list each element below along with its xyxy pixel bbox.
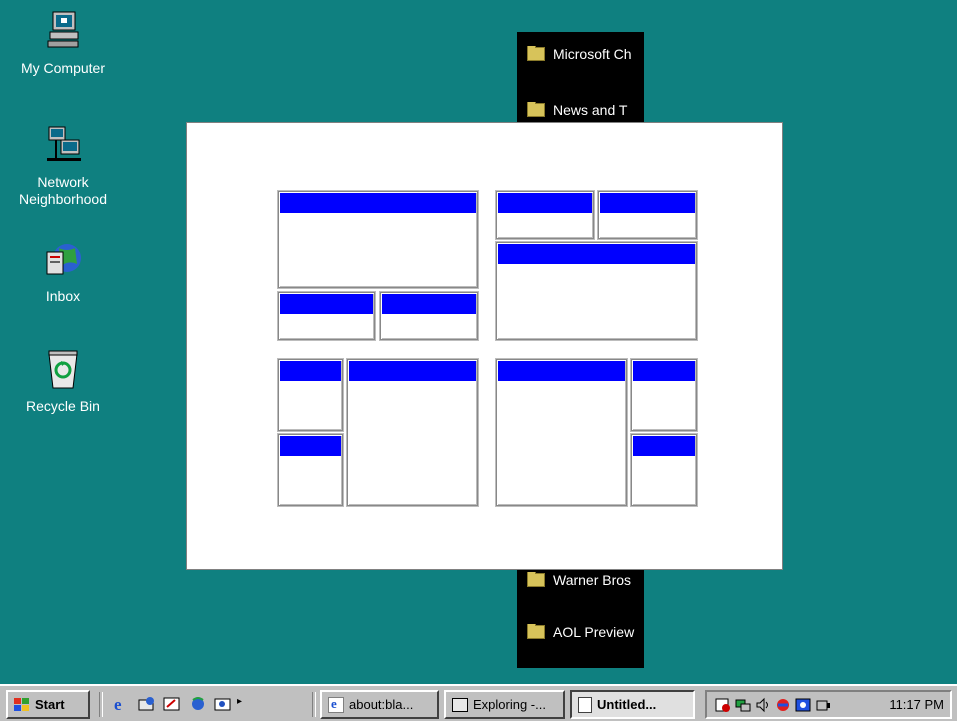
- folder-icon: [527, 46, 545, 61]
- network-monitor-icon[interactable]: [735, 697, 751, 713]
- scheduler-icon[interactable]: [795, 697, 811, 713]
- layout-window[interactable]: [277, 291, 376, 341]
- window-titlebar: [349, 361, 476, 381]
- window-titlebar: [382, 294, 476, 314]
- document-icon: [578, 696, 592, 713]
- taskbar-button-label: about:bla...: [349, 697, 414, 712]
- power-icon[interactable]: [815, 697, 831, 713]
- start-label: Start: [35, 697, 65, 712]
- window-titlebar: [280, 193, 476, 213]
- internet-explorer-icon[interactable]: e: [113, 695, 131, 714]
- explorer-icon: [452, 697, 468, 712]
- channels-icon[interactable]: [189, 695, 207, 713]
- window-titlebar: [633, 361, 695, 381]
- internet-explorer-icon: e: [328, 696, 344, 713]
- window-titlebar: [600, 193, 695, 213]
- window-layout-preview: [186, 122, 783, 570]
- folder-icon: [527, 572, 545, 587]
- layout-window[interactable]: [277, 433, 344, 507]
- inbox-icon: [41, 238, 85, 282]
- svg-text:e: e: [114, 695, 122, 713]
- layout-window[interactable]: [495, 358, 628, 507]
- taskbar-button-about-blank[interactable]: e about:bla...: [320, 690, 439, 719]
- my-computer-icon: [41, 10, 85, 54]
- desktop-icon-recycle-bin[interactable]: Recycle Bin: [8, 348, 118, 415]
- taskbar-button-label: Exploring -...: [473, 697, 546, 712]
- window-titlebar: [633, 436, 695, 456]
- channel-item-label: AOL Preview: [553, 624, 635, 640]
- layout-window[interactable]: [495, 190, 595, 240]
- start-button[interactable]: Start: [6, 690, 90, 719]
- quick-launch-chevron-icon[interactable]: ▸: [237, 696, 242, 707]
- window-titlebar: [280, 294, 373, 314]
- network-neighborhood-icon: [41, 124, 85, 168]
- layout-window[interactable]: [630, 358, 698, 432]
- system-tray: 11:17 PM: [705, 690, 952, 719]
- clock[interactable]: 11:17 PM: [889, 697, 944, 712]
- display-settings-icon[interactable]: [775, 697, 791, 713]
- desktop-icon-network-neighborhood[interactable]: Network Neighborhood: [8, 124, 118, 208]
- channel-item[interactable]: Microsoft Ch: [527, 46, 642, 62]
- layout-window[interactable]: [379, 291, 479, 341]
- taskbar: Start e ▸ e about:bla... Exploring -... …: [0, 684, 957, 721]
- window-titlebar: [498, 193, 592, 213]
- layout-window[interactable]: [630, 433, 698, 507]
- desktop-icon-label: Network Neighborhood: [19, 174, 107, 207]
- channel-item[interactable]: News and T: [527, 102, 642, 118]
- window-titlebar: [498, 361, 625, 381]
- layout-window[interactable]: [597, 190, 698, 240]
- task-scheduler-icon[interactable]: [715, 697, 731, 713]
- window-titlebar: [498, 244, 695, 264]
- channel-item-label: News and T: [553, 102, 628, 118]
- layout-window[interactable]: [495, 241, 698, 341]
- layout-window[interactable]: [277, 358, 344, 432]
- explorer-icon[interactable]: [214, 695, 232, 713]
- show-desktop-icon[interactable]: [163, 695, 181, 713]
- window-titlebar: [280, 436, 341, 456]
- channel-item-label: Warner Bros: [553, 572, 632, 588]
- taskbar-separator: [312, 692, 316, 717]
- taskbar-button-untitled[interactable]: Untitled...: [570, 690, 695, 719]
- channel-item-label: Microsoft Ch: [553, 46, 632, 62]
- layout-window[interactable]: [277, 190, 479, 289]
- folder-icon: [527, 102, 545, 117]
- volume-icon[interactable]: [755, 697, 771, 713]
- folder-icon: [527, 624, 545, 639]
- desktop-icon-label: Inbox: [45, 288, 81, 304]
- channel-item[interactable]: AOL Preview: [527, 624, 642, 640]
- desktop-icon-inbox[interactable]: Inbox: [8, 238, 118, 305]
- layout-window[interactable]: [346, 358, 479, 507]
- desktop-icon-label: My Computer: [20, 60, 106, 76]
- windows-logo-icon: [14, 697, 30, 712]
- taskbar-separator: [99, 692, 103, 717]
- desktop-icon-my-computer[interactable]: My Computer: [8, 10, 118, 77]
- taskbar-button-exploring[interactable]: Exploring -...: [444, 690, 565, 719]
- outlook-express-icon[interactable]: [138, 695, 156, 713]
- taskbar-button-label: Untitled...: [597, 697, 657, 712]
- channel-item[interactable]: Warner Bros: [527, 572, 642, 588]
- window-titlebar: [280, 361, 341, 381]
- desktop-icon-label: Recycle Bin: [26, 398, 100, 414]
- recycle-bin-icon: [41, 348, 85, 392]
